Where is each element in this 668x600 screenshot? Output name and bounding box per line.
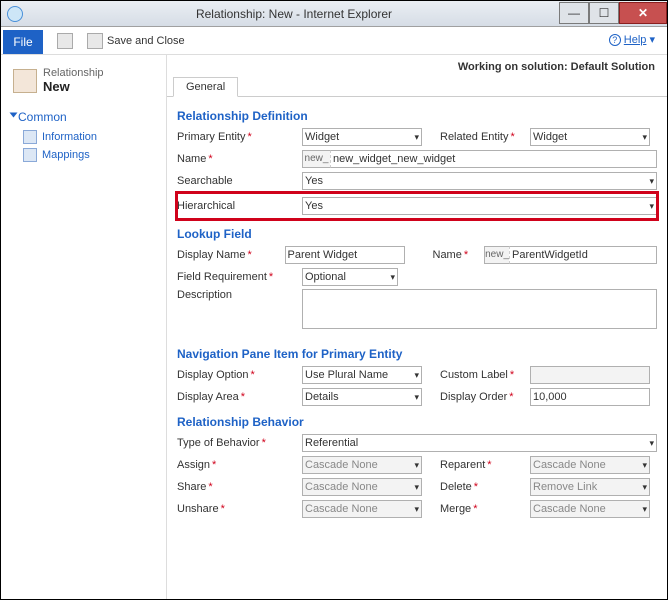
label-type-behavior: Type of Behavior* [177, 437, 302, 449]
chevron-down-icon: ▾ [410, 504, 419, 515]
label-share: Share* [177, 481, 302, 493]
name-input[interactable] [330, 150, 657, 168]
label-display-name: Display Name* [177, 249, 285, 261]
chevron-down-icon: ▾ [645, 176, 654, 187]
nav-item-label: Information [42, 131, 97, 143]
maximize-button[interactable]: ☐ [589, 2, 619, 24]
delete-select: Remove Link▾ [530, 478, 650, 496]
label-custom-label: Custom Label* [440, 369, 530, 381]
chevron-down-icon: ▾ [645, 438, 654, 449]
record-name: New [43, 79, 104, 94]
chevron-down-icon: ▾ [638, 460, 647, 471]
related-entity-select[interactable]: Widget▾ [530, 128, 650, 146]
save-and-close-label: Save and Close [107, 35, 185, 47]
reparent-select: Cascade None▾ [530, 456, 650, 474]
description-textarea[interactable] [302, 289, 657, 329]
form-body: Relationship Definition Primary Entity* … [167, 97, 667, 599]
section-navpane: Navigation Pane Item for Primary Entity [177, 347, 657, 361]
save-button[interactable] [57, 33, 77, 49]
record-header: Relationship New [13, 67, 156, 94]
chevron-down-icon: ▾ [410, 370, 419, 381]
display-area-select[interactable]: Details▾ [302, 388, 422, 406]
hierarchical-highlight: Hierarchical Yes▾ [177, 193, 657, 219]
field-requirement-select[interactable]: Optional▾ [302, 268, 398, 286]
toolbar: File Save and Close ?Help ▾ [1, 27, 667, 55]
chevron-down-icon: ▾ [638, 482, 647, 493]
name-prefix: new_ [302, 150, 330, 168]
record-type: Relationship [43, 67, 104, 79]
label-assign: Assign* [177, 459, 302, 471]
label-related-entity: Related Entity* [440, 131, 530, 143]
save-close-icon [87, 33, 103, 49]
tab-general[interactable]: General [173, 77, 238, 97]
searchable-select[interactable]: Yes▾ [302, 172, 657, 190]
chevron-down-icon: ▾ [386, 272, 395, 283]
label-display-area: Display Area* [177, 391, 302, 403]
label-lookup-name: Name* [433, 249, 485, 261]
assign-select: Cascade None▾ [302, 456, 422, 474]
label-reparent: Reparent* [440, 459, 530, 471]
chevron-down-icon: ▾ [410, 460, 419, 471]
label-display-order: Display Order* [440, 391, 530, 403]
chevron-down-icon: ▾ [638, 504, 647, 515]
lookup-name-input[interactable] [509, 246, 657, 264]
mappings-icon [23, 148, 37, 162]
relationship-icon [13, 69, 37, 93]
section-lookup: Lookup Field [177, 227, 657, 241]
label-delete: Delete* [440, 481, 530, 493]
chevron-down-icon: ▾ [410, 392, 419, 403]
lookup-name-prefix: new_ [484, 246, 509, 264]
info-icon [23, 130, 37, 144]
nav-section-label: Common [18, 110, 67, 124]
window-titlebar: Relationship: New - Internet Explorer — … [1, 1, 667, 27]
label-unshare: Unshare* [177, 503, 302, 515]
merge-select: Cascade None▾ [530, 500, 650, 518]
help-icon: ? [609, 34, 621, 46]
custom-label-input [530, 366, 650, 384]
close-button[interactable]: ✕ [619, 2, 667, 24]
label-description: Description [177, 289, 302, 301]
display-option-select[interactable]: Use Plural Name▾ [302, 366, 422, 384]
section-behavior: Relationship Behavior [177, 415, 657, 429]
label-name: Name* [177, 153, 302, 165]
nav-information[interactable]: Information [23, 130, 156, 144]
chevron-down-icon: ▾ [410, 482, 419, 493]
chevron-down-icon: ▾ [638, 132, 647, 143]
section-definition: Relationship Definition [177, 109, 657, 123]
share-select: Cascade None▾ [302, 478, 422, 496]
window-title: Relationship: New - Internet Explorer [29, 7, 559, 21]
display-order-input[interactable] [530, 388, 650, 406]
label-hierarchical: Hierarchical [177, 200, 302, 212]
triangle-icon [10, 113, 18, 118]
save-icon [57, 33, 73, 49]
nav-mappings[interactable]: Mappings [23, 148, 156, 162]
solution-info: Working on solution: Default Solution [167, 55, 667, 75]
unshare-select: Cascade None▾ [302, 500, 422, 518]
label-field-req: Field Requirement* [177, 271, 302, 283]
help-label: Help [624, 34, 647, 46]
minimize-button[interactable]: — [559, 2, 589, 24]
help-link[interactable]: ?Help ▾ [609, 33, 655, 46]
label-searchable: Searchable [177, 175, 302, 187]
file-menu[interactable]: File [3, 30, 43, 54]
nav-section-common[interactable]: Common [11, 110, 156, 124]
type-behavior-select[interactable]: Referential▾ [302, 434, 657, 452]
chevron-down-icon: ▾ [410, 132, 419, 143]
chevron-down-icon: ▾ [645, 201, 654, 212]
label-primary-entity: Primary Entity* [177, 131, 302, 143]
hierarchical-select[interactable]: Yes▾ [302, 197, 657, 215]
label-display-option: Display Option* [177, 369, 302, 381]
ie-icon [7, 6, 23, 22]
primary-entity-select[interactable]: Widget▾ [302, 128, 422, 146]
nav-item-label: Mappings [42, 149, 90, 161]
save-and-close-button[interactable]: Save and Close [87, 33, 185, 49]
label-merge: Merge* [440, 503, 530, 515]
display-name-input[interactable] [285, 246, 405, 264]
